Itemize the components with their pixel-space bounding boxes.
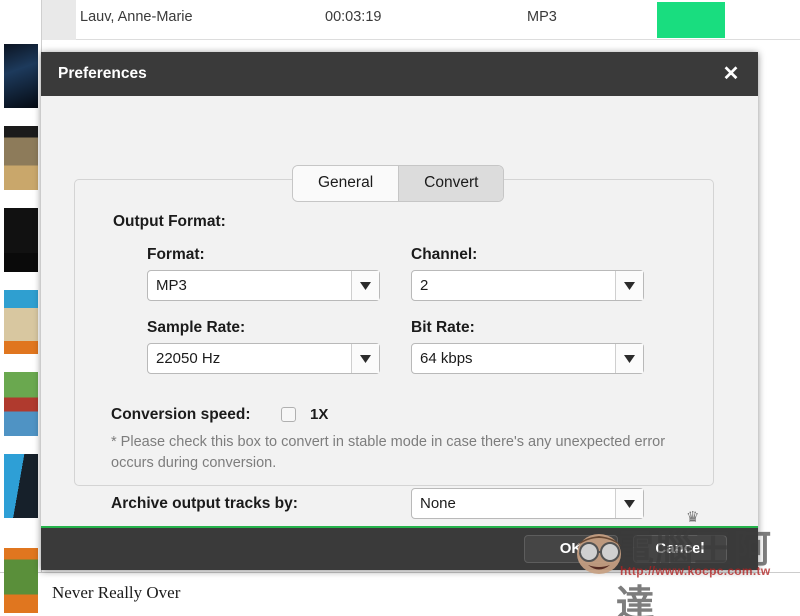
chevron-down-icon [615,271,643,300]
channel-value: 2 [420,277,429,294]
bottom-track-row[interactable]: Never Really Over [0,551,800,616]
thumbnail-rail [0,0,42,616]
track-thumbnail [42,0,76,40]
track-row[interactable]: Lauv, Anne-Marie 00:03:19 MP3 [42,0,800,40]
track-format: MP3 [527,9,557,25]
sample-rate-label: Sample Rate: [147,319,246,336]
album-art-6[interactable] [4,454,38,518]
track-title: Lauv, Anne-Marie [80,9,193,25]
sample-rate-select[interactable]: 22050 Hz [147,343,380,374]
chevron-down-icon [351,344,379,373]
album-art-1[interactable] [4,44,38,108]
cancel-button[interactable]: Cancel [633,535,727,563]
album-art-3[interactable] [4,208,38,272]
archive-value: None [420,495,456,512]
track-status-badge [657,2,725,38]
chevron-down-icon [615,489,643,518]
output-format-heading: Output Format: [113,213,226,230]
format-label: Format: [147,246,205,263]
archive-label: Archive output tracks by: [111,495,298,512]
tab-bar: General Convert [292,165,505,202]
bit-rate-label: Bit Rate: [411,319,475,336]
dialog-titlebar: Preferences ✕ [41,52,758,96]
bottom-track-title: Never Really Over [52,583,181,602]
page-title: Preferences [58,65,147,82]
dialog-body: General Convert Output Format: Format: M… [41,96,758,526]
dialog-footer: OK Cancel [41,528,758,570]
tab-convert[interactable]: Convert [398,166,504,201]
conversion-speed-checkbox[interactable] [281,407,296,422]
format-value: MP3 [156,277,187,294]
bit-rate-select[interactable]: 64 kbps [411,343,644,374]
close-icon[interactable]: ✕ [718,61,744,87]
format-select[interactable]: MP3 [147,270,380,301]
bit-rate-value: 64 kbps [420,350,473,367]
chevron-down-icon [615,344,643,373]
tab-general[interactable]: General [293,166,399,201]
conversion-speed-value: 1X [310,406,329,423]
screenshot-root: Lauv, Anne-Marie 00:03:19 MP3 Never Real… [0,0,800,616]
conversion-speed-note: * Please check this box to convert in st… [111,434,666,472]
conversion-speed-label: Conversion speed: [111,406,251,423]
album-art-2[interactable] [4,126,38,190]
ok-button[interactable]: OK [524,535,618,563]
channel-label: Channel: [411,246,478,263]
bottom-album-art [4,551,38,613]
album-art-4[interactable] [4,290,38,354]
channel-select[interactable]: 2 [411,270,644,301]
archive-select[interactable]: None [411,488,644,519]
track-duration: 00:03:19 [325,9,382,25]
sample-rate-value: 22050 Hz [156,350,221,367]
chevron-down-icon [351,271,379,300]
preferences-dialog: Preferences ✕ General Convert Output For… [41,52,758,570]
album-art-5[interactable] [4,372,38,436]
